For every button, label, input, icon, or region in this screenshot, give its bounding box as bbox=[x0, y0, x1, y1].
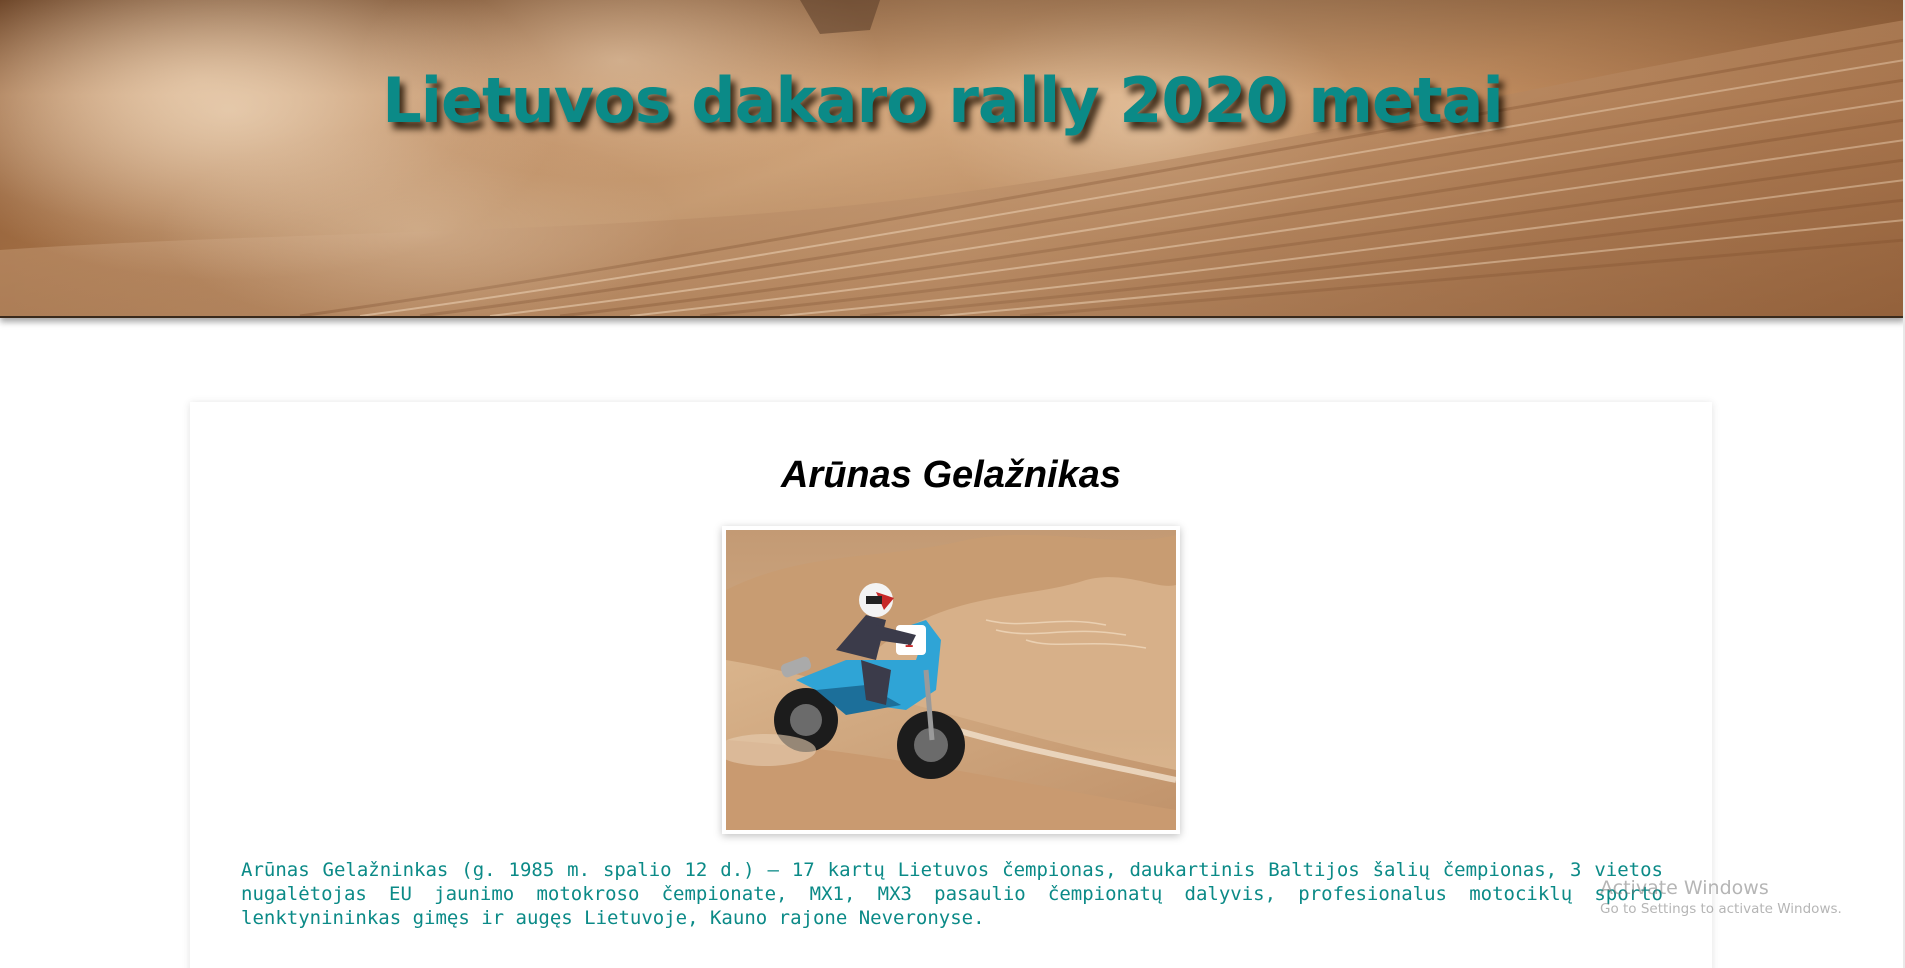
page-title: Lietuvos dakaro rally 2020 metai bbox=[382, 64, 1504, 137]
header-banner: Lietuvos dakaro rally 2020 metai bbox=[0, 0, 1905, 318]
racer-name: Arūnas Gelažnikas bbox=[780, 454, 1122, 496]
racer-card: Arūnas Gelažnikas Arūnas Gelažninkas (g.… bbox=[190, 402, 1712, 968]
racer-photo-frame: 1 bbox=[722, 526, 1180, 834]
racer-bio: Arūnas Gelažninkas (g. 1985 m. spalio 12… bbox=[241, 859, 1663, 929]
page: Lietuvos dakaro rally 2020 metai Arūnas … bbox=[0, 0, 1905, 968]
motorcycle-rider-photo: 1 bbox=[726, 530, 1176, 830]
desert-dunes-background bbox=[0, 0, 1905, 316]
